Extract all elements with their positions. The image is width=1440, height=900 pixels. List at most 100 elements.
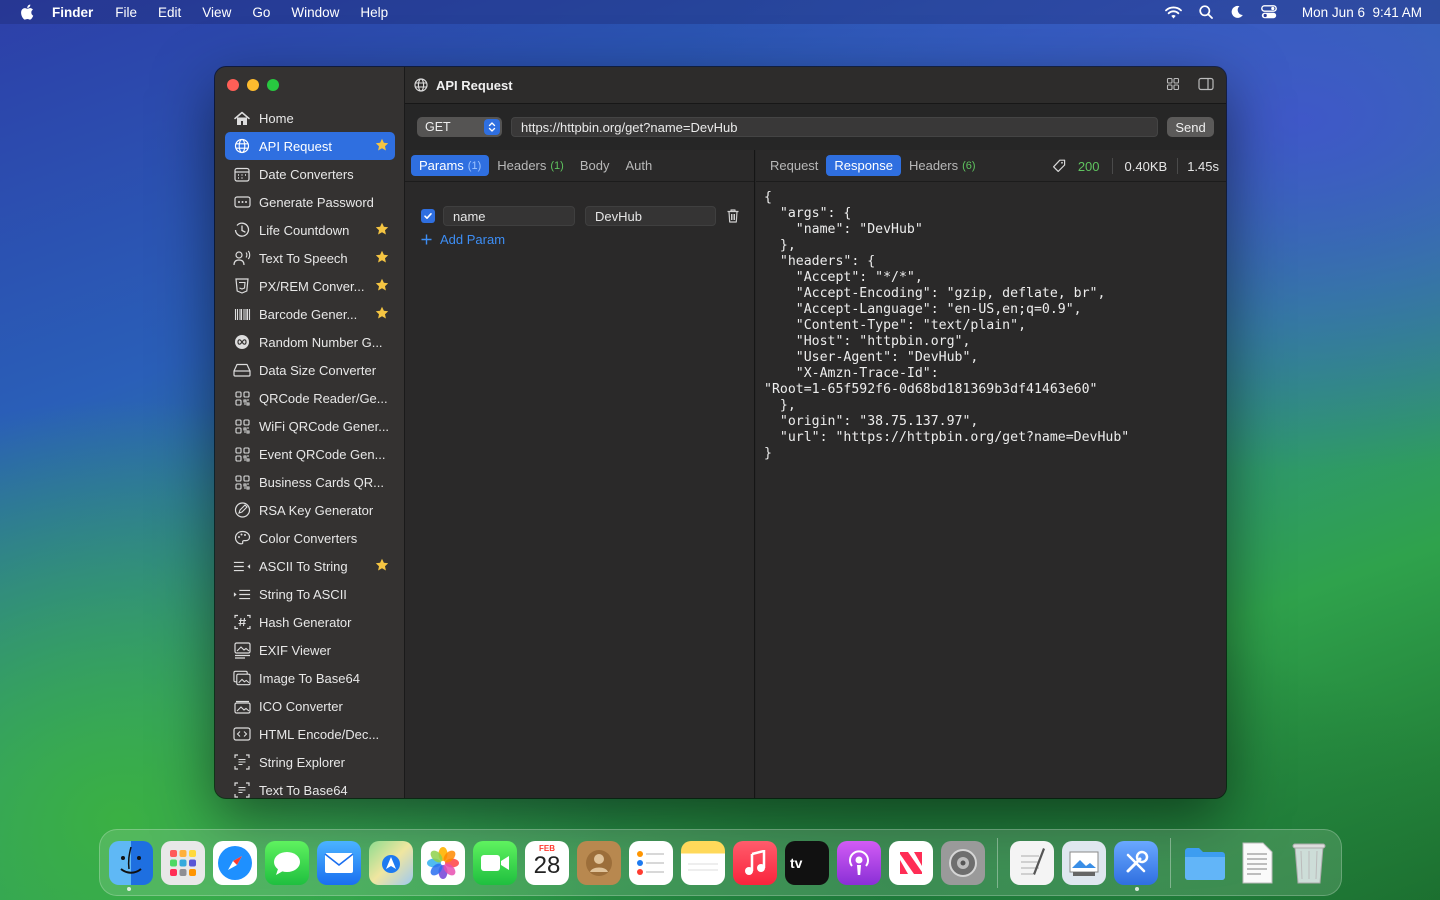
http-method-select[interactable]: GET bbox=[417, 117, 502, 137]
request-tab-body[interactable]: Body bbox=[572, 155, 618, 176]
preview-icon[interactable] bbox=[1062, 840, 1106, 885]
mail-icon[interactable] bbox=[317, 840, 361, 885]
folder-icon[interactable] bbox=[1183, 841, 1227, 885]
grid-view-icon[interactable] bbox=[1166, 77, 1180, 91]
trash-icon[interactable] bbox=[726, 208, 740, 224]
menu-edit[interactable]: Edit bbox=[158, 5, 181, 20]
news-icon[interactable] bbox=[889, 840, 933, 885]
param-key-input[interactable]: name bbox=[443, 206, 575, 226]
main-area: API Request GET https://httpbin.org/get?… bbox=[405, 67, 1226, 798]
sidebar-item-html-encode-dec[interactable]: HTML Encode/Dec... bbox=[225, 720, 395, 748]
palette-icon bbox=[233, 529, 251, 547]
sidebar-item-ico-converter[interactable]: ICO Converter bbox=[225, 692, 395, 720]
apple-tv-icon[interactable]: tv bbox=[785, 840, 829, 885]
sidebar-item-life-countdown[interactable]: Life Countdown bbox=[225, 216, 395, 244]
sidebar-item-barcode-gener[interactable]: Barcode Gener... bbox=[225, 300, 395, 328]
menu-window[interactable]: Window bbox=[291, 5, 339, 20]
sidebar-item-text-to-speech[interactable]: Text To Speech bbox=[225, 244, 395, 272]
apple-logo-icon[interactable] bbox=[20, 4, 34, 20]
sidebar-item-data-size-converter[interactable]: Data Size Converter bbox=[225, 356, 395, 384]
favorite-star-icon[interactable] bbox=[375, 278, 389, 292]
sidebar-item-qrcode-reader-ge[interactable]: QRCode Reader/Ge... bbox=[225, 384, 395, 412]
add-param-button[interactable]: Add Param bbox=[421, 232, 505, 247]
sidebar-item-string-to-ascii[interactable]: String To ASCII bbox=[225, 580, 395, 608]
focus-moon-icon[interactable] bbox=[1230, 5, 1244, 19]
response-tab-request[interactable]: Request bbox=[762, 155, 826, 176]
menu-help[interactable]: Help bbox=[360, 5, 388, 20]
toggle-sidebar-icon[interactable] bbox=[1198, 77, 1214, 91]
sidebar-item-ascii-to-string[interactable]: ASCII To String bbox=[225, 552, 395, 580]
tab-count-badge: (1) bbox=[467, 159, 482, 172]
sidebar-item-home[interactable]: Home bbox=[225, 104, 395, 132]
favorite-star-icon[interactable] bbox=[375, 250, 389, 264]
control-center-icon[interactable] bbox=[1261, 5, 1277, 19]
response-tab-headers[interactable]: Headers (6) bbox=[901, 155, 984, 176]
sidebar-item-hash-generator[interactable]: Hash Generator bbox=[225, 608, 395, 636]
wifi-icon[interactable] bbox=[1165, 6, 1182, 19]
request-tab-headers[interactable]: Headers (1) bbox=[489, 155, 572, 176]
facetime-icon[interactable] bbox=[473, 840, 517, 885]
close-window-button[interactable] bbox=[227, 79, 239, 91]
sidebar-item-business-cards-qr[interactable]: Business Cards QR... bbox=[225, 468, 395, 496]
safari-icon[interactable] bbox=[213, 840, 257, 885]
param-value-input[interactable]: DevHub bbox=[585, 206, 716, 226]
sidebar-item-label: RSA Key Generator bbox=[259, 502, 374, 518]
sidebar-item-color-converters[interactable]: Color Converters bbox=[225, 524, 395, 552]
sidebar-item-generate-password[interactable]: Generate Password bbox=[225, 188, 395, 216]
sidebar-item-date-converters[interactable]: Date Converters bbox=[225, 160, 395, 188]
minimize-window-button[interactable] bbox=[247, 79, 259, 91]
send-button[interactable]: Send bbox=[1167, 117, 1214, 137]
menu-view[interactable]: View bbox=[202, 5, 231, 20]
sidebar-item-api-request[interactable]: API Request bbox=[225, 132, 395, 160]
sidebar-item-image-to-base64[interactable]: Image To Base64 bbox=[225, 664, 395, 692]
param-enabled-checkbox[interactable] bbox=[421, 209, 435, 223]
sidebar-item-px-rem-conver[interactable]: PX/REM Conver... bbox=[225, 272, 395, 300]
sidebar-item-wifi-qrcode-gener[interactable]: WiFi QRCode Gener... bbox=[225, 412, 395, 440]
tag-icon[interactable] bbox=[1052, 159, 1066, 173]
sidebar-item-rsa-key-generator[interactable]: RSA Key Generator bbox=[225, 496, 395, 524]
favorite-star-icon[interactable] bbox=[375, 558, 389, 572]
url-input[interactable]: https://httpbin.org/get?name=DevHub bbox=[511, 117, 1158, 137]
finder-icon[interactable] bbox=[109, 840, 153, 885]
system-settings-icon[interactable] bbox=[941, 840, 985, 885]
menubar-clock[interactable]: Mon Jun 6 9:41 AM bbox=[1302, 5, 1422, 20]
sidebar-item-string-explorer[interactable]: String Explorer bbox=[225, 748, 395, 776]
textedit-icon[interactable] bbox=[1010, 840, 1054, 885]
trash-bin-icon[interactable] bbox=[1287, 841, 1331, 885]
request-tab-params[interactable]: Params (1) bbox=[411, 155, 490, 176]
devhub-app-icon[interactable] bbox=[1114, 840, 1158, 885]
notes-icon[interactable] bbox=[681, 840, 725, 885]
sidebar-item-random-number-g[interactable]: Random Number G... bbox=[225, 328, 395, 356]
podcasts-icon[interactable] bbox=[837, 840, 881, 885]
document-icon[interactable] bbox=[1235, 841, 1279, 885]
sidebar-item-text-to-base64[interactable]: Text To Base64 bbox=[225, 776, 395, 798]
messages-icon[interactable] bbox=[265, 840, 309, 885]
response-body[interactable]: { "args": { "name": "DevHub" }, "headers… bbox=[764, 190, 1224, 462]
response-tab-response[interactable]: Response bbox=[826, 155, 901, 176]
maps-icon[interactable] bbox=[369, 840, 413, 885]
launchpad-icon[interactable] bbox=[161, 840, 205, 885]
zoom-window-button[interactable] bbox=[267, 79, 279, 91]
css-badge-icon bbox=[233, 277, 251, 295]
favorite-star-icon[interactable] bbox=[375, 222, 389, 236]
photo-frame-icon bbox=[233, 697, 251, 715]
calendar-day: 28 bbox=[533, 851, 561, 879]
favorite-star-icon[interactable] bbox=[375, 138, 389, 152]
add-param-label: Add Param bbox=[440, 232, 506, 247]
qrcode-icon bbox=[233, 417, 251, 435]
request-tab-auth[interactable]: Auth bbox=[617, 155, 660, 176]
menu-go[interactable]: Go bbox=[252, 5, 270, 20]
menu-file[interactable]: File bbox=[115, 5, 137, 20]
photos-icon[interactable] bbox=[421, 840, 465, 885]
sidebar-item-exif-viewer[interactable]: EXIF Viewer bbox=[225, 636, 395, 664]
music-icon[interactable] bbox=[733, 840, 777, 885]
calendar-icon[interactable]: FEB 28 bbox=[525, 840, 569, 885]
sidebar-item-label: ICO Converter bbox=[259, 698, 343, 714]
menu-app-name[interactable]: Finder bbox=[52, 5, 93, 20]
contacts-icon[interactable] bbox=[577, 840, 621, 885]
favorite-star-icon[interactable] bbox=[375, 306, 389, 320]
spotlight-search-icon[interactable] bbox=[1199, 5, 1213, 19]
sidebar-item-event-qrcode-gen[interactable]: Event QRCode Gen... bbox=[225, 440, 395, 468]
sidebar-item-label: Generate Password bbox=[259, 194, 374, 210]
reminders-icon[interactable] bbox=[629, 840, 673, 885]
